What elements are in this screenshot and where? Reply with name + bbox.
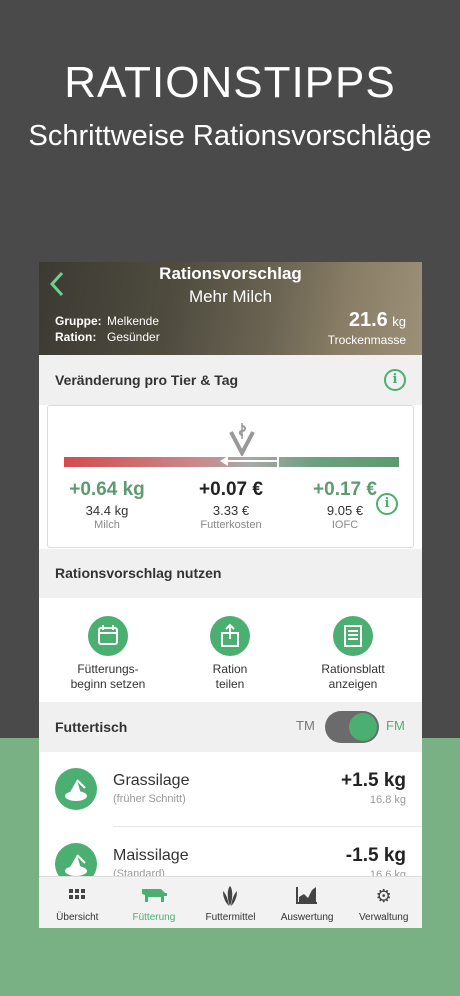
metric-feed-cost-change: +0.07 €: [199, 479, 263, 500]
metric-feed-cost: +0.07 € 3.33 € Futterkosten: [176, 479, 286, 531]
feed-row-grassilage[interactable]: Grassilage (früher Schnitt) +1.5 kg 16.8…: [39, 752, 422, 826]
change-arrow: [226, 460, 278, 462]
tab-feeding[interactable]: Fütterung: [116, 877, 193, 928]
show-ration-sheet-button[interactable]: Rationsblatt anzeigen: [293, 616, 413, 692]
promo-subtitle: Schrittweise Rationsvorschläge: [28, 120, 432, 152]
change-gradient-bar: [64, 457, 399, 467]
action-label-line1: Ration: [212, 662, 248, 676]
metric-milk: +0.64 kg 34.4 kg Milch: [52, 479, 162, 531]
action-label-line2: anzeigen: [328, 677, 378, 691]
dry-matter-label: Trockenmasse: [327, 333, 406, 347]
tab-label: Auswertung: [280, 912, 334, 923]
feed-change: +1.5 kg: [341, 770, 406, 791]
metric-iofc-label: IOFC: [331, 519, 359, 531]
info-icon[interactable]: i: [376, 493, 398, 515]
share-icon: [210, 616, 250, 656]
section-feed-table-title: Futtertisch: [55, 719, 128, 735]
tab-analysis[interactable]: Auswertung: [269, 877, 346, 928]
toggle-label-tm[interactable]: TM: [296, 718, 315, 733]
document-icon: [333, 616, 373, 656]
metric-feed-cost-label: Futterkosten: [200, 519, 262, 531]
tab-label: Übersicht: [56, 912, 99, 923]
ration-header: Rationsvorschlag Mehr Milch Gruppe: Melke…: [39, 262, 422, 355]
arrow-origin-tick: [277, 455, 279, 467]
dry-matter-unit: kg: [392, 314, 406, 329]
change-card: +0.64 kg 34.4 kg Milch +0.07 € 3.33 € Fu…: [47, 405, 414, 548]
group-label: Gruppe:: [55, 314, 102, 328]
chart-icon: [269, 877, 346, 907]
metric-feed-cost-value: 3.33 €: [212, 503, 250, 518]
promo-title: RATIONSTIPPS: [64, 58, 396, 107]
section-use-header: Rationsvorschlag nutzen: [39, 549, 422, 598]
metric-milk-value: 34.4 kg: [85, 503, 129, 518]
v-logo-icon: [228, 422, 256, 458]
action-label-line2: teilen: [215, 677, 245, 691]
share-ration-button[interactable]: Ration teilen: [170, 616, 290, 692]
page-subtitle: Mehr Milch: [188, 287, 273, 306]
ration-label: Ration:: [55, 330, 97, 344]
phone-screen: Rationsvorschlag Mehr Milch Gruppe: Melke…: [39, 262, 422, 928]
tab-overview[interactable]: Übersicht: [39, 877, 116, 928]
tab-label: Verwaltung: [358, 912, 409, 923]
info-icon[interactable]: i: [384, 369, 406, 391]
toggle-knob: [349, 713, 377, 741]
tm-fm-toggle[interactable]: [325, 711, 379, 743]
feeding-icon: [116, 877, 193, 907]
grid-icon: [39, 877, 116, 907]
toggle-label-fm[interactable]: FM: [386, 718, 405, 733]
feed-change: -1.5 kg: [345, 845, 406, 866]
page-title: Rationsvorschlag: [159, 264, 302, 283]
action-label-line1: Rationsblatt: [321, 662, 385, 676]
silage-icon: [55, 768, 97, 810]
actions-row: Fütterungs-beginn setzen Ration teilen R…: [39, 598, 422, 702]
metric-milk-label: Milch: [94, 519, 120, 531]
feed-amount: 16.8 kg: [369, 794, 406, 806]
dry-matter: 21.6 kg Trockenmasse: [328, 309, 406, 347]
section-change-title: Veränderung pro Tier & Tag: [55, 372, 239, 388]
feed-subtitle: (früher Schnitt): [113, 793, 186, 805]
feed-name: Maissilage: [113, 847, 189, 864]
ration-value: Gesünder: [107, 330, 160, 344]
group-ration-info: Gruppe: Melkende Ration: Gesünder: [55, 313, 160, 345]
gear-icon: ⚙: [375, 886, 392, 906]
tab-label: Fütterung: [132, 912, 176, 923]
section-change-header: Veränderung pro Tier & Tag: [39, 355, 422, 405]
action-label-line1: Fütterungs-: [77, 662, 139, 676]
corn-icon: [192, 877, 269, 907]
calendar-icon: [88, 616, 128, 656]
section-use-title: Rationsvorschlag nutzen: [55, 565, 222, 581]
action-label-line2: beginn setzen: [70, 677, 146, 691]
set-feeding-start-button[interactable]: Fütterungs-beginn setzen: [48, 616, 168, 692]
tab-feedstuffs[interactable]: Futtermittel: [192, 877, 269, 928]
tab-label: Futtermittel: [205, 912, 256, 923]
arrow-left-icon: [220, 456, 228, 466]
tab-management[interactable]: ⚙ Verwaltung: [345, 877, 422, 928]
dry-matter-value: 21.6: [348, 309, 388, 331]
feed-name: Grassilage: [113, 772, 190, 789]
metric-milk-change: +0.64 kg: [69, 479, 145, 500]
group-value: Melkende: [107, 314, 160, 328]
tab-bar: Übersicht Fütterung Futtermittel Auswert…: [39, 876, 422, 928]
